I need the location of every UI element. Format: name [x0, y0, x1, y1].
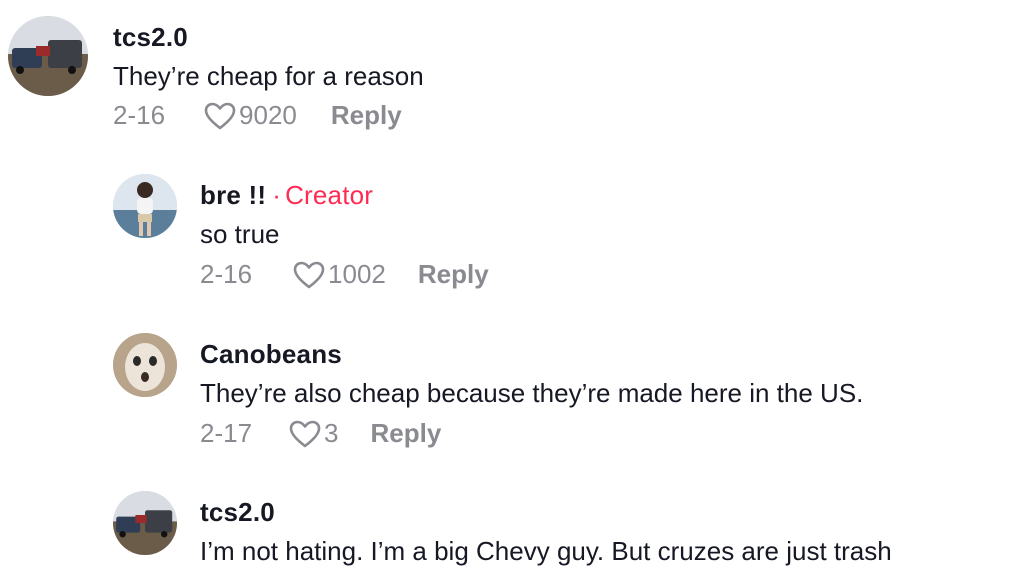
like-count: 1002	[328, 259, 386, 289]
avatar[interactable]	[8, 16, 88, 96]
reply-button[interactable]: Reply	[418, 259, 489, 290]
comment-username[interactable]: Canobeans	[200, 339, 342, 370]
comment-text: I’m not hating. I’m a big Chevy guy. But…	[200, 536, 892, 566]
comment-meta: 2-16 9020 Reply	[113, 100, 402, 131]
person-icon	[113, 174, 177, 238]
reply-button[interactable]: Reply	[371, 418, 442, 449]
funny-face-icon	[113, 333, 177, 397]
avatar[interactable]	[113, 333, 177, 397]
comment-date: 2-16	[200, 259, 253, 289]
comment-date: 2-17	[200, 418, 253, 448]
avatar[interactable]	[113, 174, 177, 238]
heart-icon	[289, 420, 321, 447]
comment-date: 2-16	[113, 100, 166, 130]
comment-username-row: bre !! · Creator	[200, 180, 373, 211]
creator-badge: Creator	[285, 180, 374, 210]
comment-text: They’re cheap for a reason	[113, 61, 424, 91]
comment-meta: 2-17 3 Reply	[200, 418, 441, 449]
like-button[interactable]: 3	[288, 418, 339, 449]
heart-icon	[204, 102, 236, 129]
comment-text: They’re also cheap because they’re made …	[200, 378, 864, 408]
like-count: 9020	[239, 100, 297, 130]
like-button[interactable]: 1002	[292, 259, 386, 290]
like-button[interactable]: 9020	[203, 100, 297, 131]
comment-username[interactable]: tcs2.0	[200, 497, 275, 528]
comment-username[interactable]: tcs2.0	[113, 22, 188, 53]
reply-button[interactable]: Reply	[331, 100, 402, 131]
parking-lot-trucks-icon	[113, 491, 177, 555]
comment-meta: 2-16 1002 Reply	[200, 259, 489, 290]
badge-separator: ·	[272, 180, 282, 210]
heart-icon	[293, 261, 325, 288]
comment-username[interactable]: bre !!	[200, 180, 266, 210]
avatar[interactable]	[113, 491, 177, 555]
comment-text: so true	[200, 219, 280, 249]
parking-lot-trucks-icon	[8, 16, 88, 96]
like-count: 3	[324, 418, 339, 448]
